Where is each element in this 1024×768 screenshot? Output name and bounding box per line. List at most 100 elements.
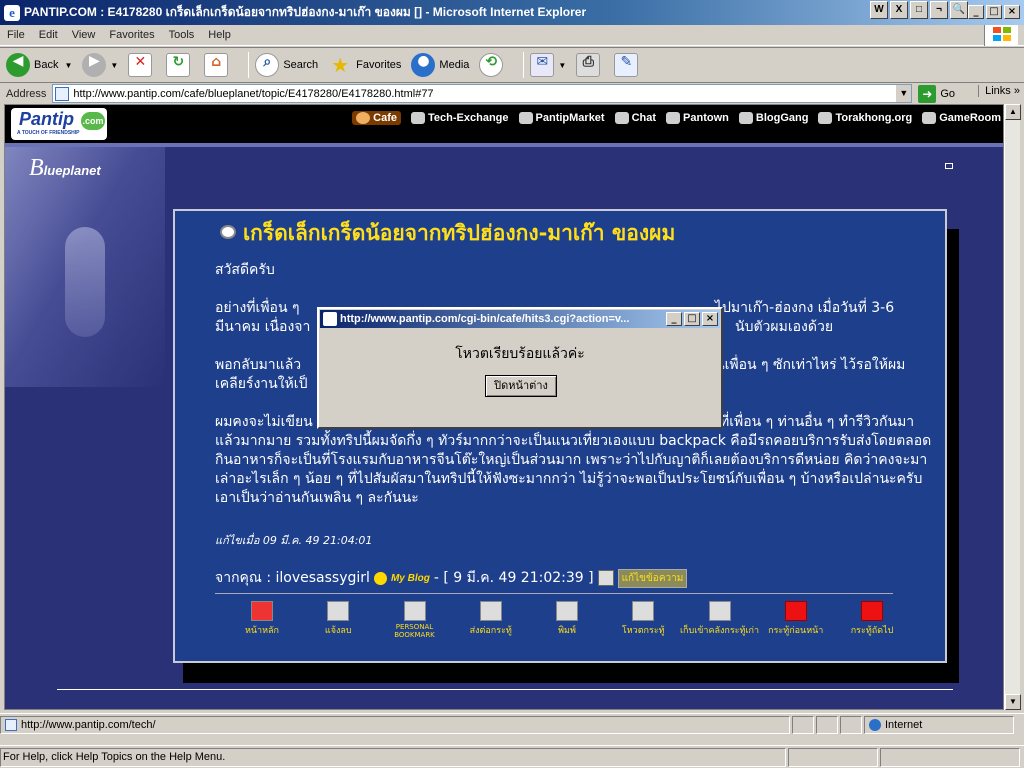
favorites-button[interactable]: ★ Favorites (328, 53, 401, 77)
nav-cafe[interactable]: Cafe (352, 111, 402, 125)
search-tray-icon[interactable]: 🔍 (950, 1, 968, 19)
minimize-button[interactable]: _ (968, 5, 984, 19)
action-vote-label: โหวตกระทู้ (621, 626, 665, 636)
close-window-button[interactable]: ปิดหน้าต่าง (485, 375, 557, 397)
page-bottom-divider (57, 689, 953, 690)
word-tray-icon[interactable]: W (870, 1, 888, 19)
post-text: อย่างที่เพื่อน ๆ (215, 300, 300, 316)
vote-popup-window: http://www.pantip.com/cgi-bin/cafe/hits3… (317, 307, 723, 429)
smiley-icon (373, 571, 387, 585)
post-text: เคลียร์งานให้เป็ (215, 376, 308, 392)
action-home[interactable]: หน้าหลัก (227, 601, 297, 639)
back-dropdown-icon[interactable]: ▼ (64, 61, 72, 70)
search-button[interactable]: ⌕ Search (255, 53, 318, 77)
address-dropdown-icon[interactable]: ▼ (895, 85, 912, 102)
nav-pantown[interactable]: Pantown (666, 112, 729, 124)
address-url[interactable]: http://www.pantip.com/cafe/blueplanet/to… (73, 88, 433, 100)
edit-page-button[interactable]: ✎ (614, 53, 642, 77)
menu-help[interactable]: Help (201, 29, 238, 41)
close-button[interactable]: × (1004, 5, 1020, 19)
stop-icon: ✕ (128, 53, 153, 77)
pantown-icon (666, 112, 681, 124)
back-arrow-icon: ◀ (6, 53, 30, 77)
popup-close-button[interactable]: × (702, 312, 718, 326)
post-greeting: สวัสดีครับ (215, 262, 275, 278)
room-title-name: lueplanet (43, 163, 101, 178)
media-button[interactable]: ● Media (411, 53, 469, 77)
menu-favorites[interactable]: Favorites (102, 29, 161, 41)
history-button[interactable]: ⟲ (479, 53, 507, 77)
nav-gameroom[interactable]: GameRoom (922, 112, 1001, 124)
mail-dropdown-icon[interactable]: ▼ (558, 61, 566, 70)
favorites-label: Favorites (356, 59, 402, 71)
pantip-logo-badge: .com (81, 112, 105, 130)
action-report[interactable]: แจ้งลบ (303, 601, 373, 639)
status-cell (792, 715, 814, 734)
action-next-topic[interactable]: กระทู้ถัดไป (837, 601, 907, 639)
arrow-right-icon (861, 601, 883, 621)
popup-minimize-button[interactable]: _ (666, 312, 682, 326)
links-button[interactable]: Links » (978, 85, 1020, 97)
menu-tools[interactable]: Tools (162, 29, 202, 41)
maximize-button[interactable]: □ (986, 5, 1002, 19)
address-input[interactable]: http://www.pantip.com/cafe/blueplanet/to… (52, 84, 913, 103)
window-tray-icon[interactable]: □ (910, 1, 928, 19)
action-print[interactable]: พิมพ์ (532, 601, 602, 639)
nav-bloggang[interactable]: BlogGang (738, 112, 808, 124)
menu-file[interactable]: File (0, 29, 32, 41)
menu-view[interactable]: View (65, 29, 103, 41)
back-button[interactable]: ◀ Back ▼ (6, 53, 72, 77)
nav-gameroom-label: GameRoom (939, 112, 1001, 124)
status-cell (840, 715, 862, 734)
toolbar-separator (523, 52, 525, 78)
hand-icon (632, 601, 655, 621)
scroll-down-icon[interactable]: ▼ (1005, 694, 1021, 710)
my-blog-link[interactable]: My Blog (391, 573, 430, 584)
action-prev-label: กระทู้ก่อนหน้า (768, 626, 824, 636)
action-next-label: กระทู้ถัดไป (850, 626, 894, 636)
media-label: Media (439, 59, 470, 71)
action-vote[interactable]: โหวตกระทู้ (608, 601, 678, 639)
action-print-label: พิมพ์ (558, 626, 576, 636)
nav-tech-label: Tech-Exchange (428, 112, 509, 124)
printer-icon (556, 601, 578, 621)
popup-maximize-button[interactable]: □ (684, 312, 700, 326)
go-button[interactable]: ➜ Go (918, 84, 955, 103)
ie-icon: e (4, 4, 20, 21)
post-text: มีนาคม เนื่องจา (215, 319, 311, 335)
print-button[interactable]: ⎙ (576, 53, 604, 77)
forward-dropdown-icon[interactable]: ▼ (110, 61, 118, 70)
nav-pantipmarket[interactable]: PantipMarket (518, 112, 605, 124)
post-text: นเพื่อน ๆ ซักเท่าไหร่ ไว้รอให้ผม (715, 357, 906, 373)
menu-edit[interactable]: Edit (32, 29, 65, 41)
gamepad-icon (922, 112, 937, 124)
pantip-logo[interactable]: Pantip .com A TOUCH OF FRIENDSHIP (11, 108, 107, 140)
nav-chat[interactable]: Chat (614, 112, 656, 124)
mail-button[interactable]: ✉ ▼ (530, 53, 566, 77)
scroll-up-icon[interactable]: ▲ (1005, 104, 1021, 120)
forward-button[interactable]: ▶ ▼ (82, 53, 118, 77)
action-prev-topic[interactable]: กระทู้ก่อนหน้า (761, 601, 831, 639)
edit-message-button[interactable]: แก้ไขข้อความ (617, 568, 688, 588)
home-button[interactable]: ⌂ (204, 53, 232, 77)
excel-tray-icon[interactable]: X (890, 1, 908, 19)
page-icon (55, 86, 70, 101)
action-bookmark[interactable]: PERSONAL BOOKMARK (380, 601, 450, 639)
action-archive[interactable]: เก็บเข้าคลังกระทู้เก่า (680, 601, 759, 639)
status-url-cell: http://www.pantip.com/tech/ (0, 715, 790, 734)
author-label[interactable]: จากคุณ : ilovesassygirl (215, 567, 370, 589)
nav-tech-exchange[interactable]: Tech-Exchange (411, 112, 509, 124)
trash-icon[interactable] (597, 570, 614, 586)
folder-tray-icon[interactable]: ¬ (930, 1, 948, 19)
action-forward[interactable]: ส่งต่อกระทู้ (456, 601, 526, 639)
cart-icon (518, 112, 533, 124)
pantip-logo-text: Pantip (19, 109, 75, 129)
pantip-tagline: A TOUCH OF FRIENDSHIP (17, 130, 80, 136)
home-icon: ⌂ (204, 53, 229, 77)
help-status-bar: For Help, click Help Topics on the Help … (0, 745, 1024, 768)
nav-torakhong[interactable]: Torakhong.org (818, 112, 912, 124)
nav-pantown-label: Pantown (683, 112, 729, 124)
refresh-button[interactable]: ↻ (166, 53, 194, 77)
stop-button[interactable]: ✕ (128, 53, 156, 77)
vertical-scrollbar[interactable]: ▲ ▼ (1004, 104, 1021, 710)
